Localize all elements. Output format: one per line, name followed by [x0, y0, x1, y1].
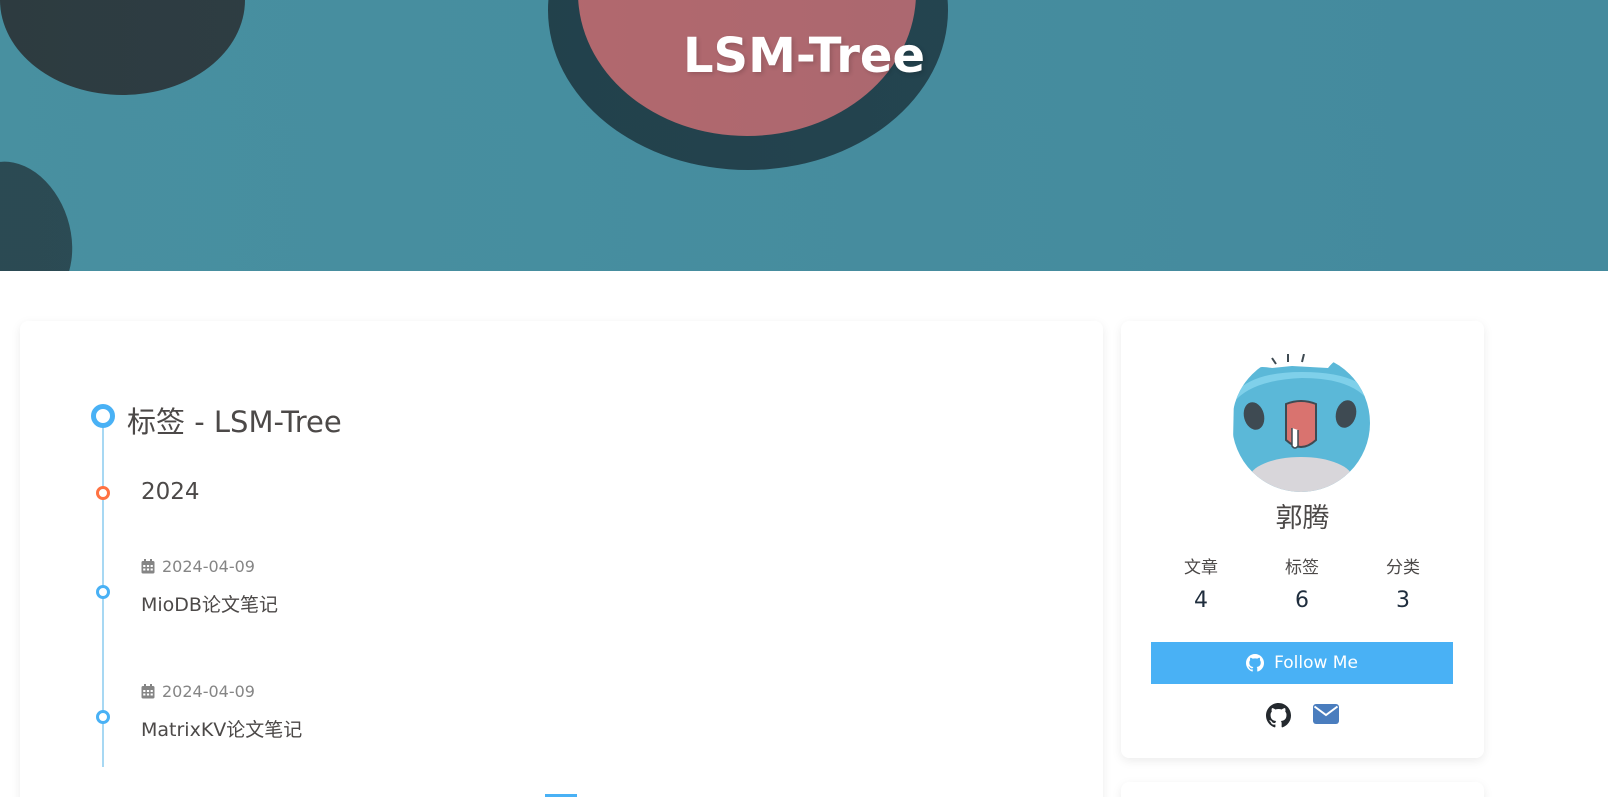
stat-categories[interactable]: 分类 3	[1353, 553, 1453, 613]
follow-me-label: Follow Me	[1274, 653, 1358, 673]
header-banner: LSM-Tree	[0, 0, 1608, 271]
next-sidebar-card	[1121, 782, 1484, 797]
year-dot	[96, 486, 110, 500]
github-icon	[1266, 703, 1291, 728]
calendar-icon	[141, 559, 155, 574]
stat-value: 3	[1396, 588, 1410, 613]
year-label: 2024	[141, 479, 200, 505]
github-icon	[1246, 654, 1265, 672]
timeline-item-dot	[96, 585, 110, 599]
github-link[interactable]	[1266, 703, 1291, 728]
stat-label: 标签	[1285, 558, 1319, 578]
envelope-icon	[1313, 704, 1339, 724]
post-date-text: 2024-04-09	[162, 557, 255, 576]
post-title-link[interactable]: MioDB论文笔记	[141, 590, 278, 617]
author-avatar[interactable]	[1232, 354, 1370, 492]
stat-articles[interactable]: 文章 4	[1151, 553, 1251, 613]
follow-me-button[interactable]: Follow Me	[1151, 642, 1453, 684]
page-title: LSM-Tree	[682, 28, 926, 84]
post-title-link[interactable]: MatrixKV论文笔记	[141, 715, 302, 742]
post-date-text: 2024-04-09	[162, 682, 255, 701]
stat-label: 文章	[1184, 558, 1218, 578]
calendar-icon	[141, 684, 155, 699]
site-stats: 文章 4 标签 6 分类 3	[1151, 553, 1453, 613]
timeline-head-dot	[91, 404, 115, 428]
post-date: 2024-04-09	[141, 557, 255, 576]
stat-label: 分类	[1386, 558, 1420, 578]
post-date: 2024-04-09	[141, 682, 255, 701]
archive-heading: 标签 - LSM-Tree	[127, 405, 342, 439]
author-name: 郭腾	[1275, 503, 1330, 534]
social-links	[1121, 703, 1484, 728]
stat-tags[interactable]: 标签 6	[1252, 553, 1352, 613]
email-link[interactable]	[1313, 703, 1339, 728]
tag-archive-card: 标签 - LSM-Tree 2024 2024-04-09 MioDB论文笔记	[20, 321, 1103, 797]
author-profile-card: 郭腾 文章 4 标签 6 分类 3 Follow Me	[1121, 321, 1484, 758]
stat-value: 4	[1194, 588, 1208, 613]
stat-value: 6	[1295, 588, 1309, 613]
timeline-item-dot	[96, 710, 110, 724]
